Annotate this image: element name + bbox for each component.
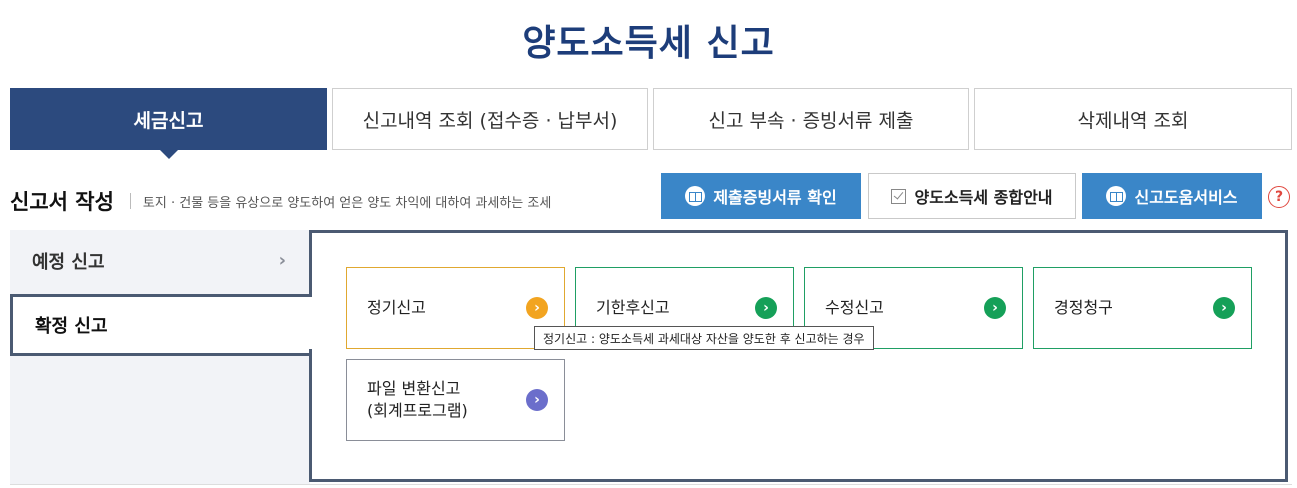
correction-claim-card[interactable]: 경정청구 › bbox=[1033, 267, 1252, 349]
side-item-label: 확정 신고 bbox=[35, 316, 108, 337]
chevron-right-icon: › bbox=[278, 250, 286, 271]
regular-filing-tooltip: 정기신고 : 양도소득세 과세대상 자산을 양도한 후 신고하는 경우 bbox=[534, 326, 874, 350]
question-icon[interactable]: ? bbox=[1268, 186, 1290, 208]
tax-guide-label: 양도소득세 종합안내 bbox=[914, 188, 1053, 207]
card-label: 정기신고 bbox=[367, 298, 426, 317]
tab-deleted-history[interactable]: 삭제내역 조회 bbox=[974, 88, 1292, 150]
side-item-final[interactable]: 확정 신고 bbox=[10, 294, 310, 356]
tab-attachments[interactable]: 신고 부속 · 증빙서류 제출 bbox=[653, 88, 969, 150]
bottom-divider bbox=[10, 484, 1292, 485]
book-icon bbox=[1106, 186, 1127, 206]
tab-connector bbox=[307, 297, 313, 349]
file-conversion-card[interactable]: 파일 변환신고 (회계프로그램) › bbox=[346, 359, 565, 441]
side-item-label: 예정 신고 bbox=[32, 252, 105, 273]
card-label: 수정신고 bbox=[825, 298, 884, 317]
evidence-check-button[interactable]: 제출증빙서류 확인 bbox=[661, 173, 861, 219]
regular-filing-card[interactable]: 정기신고 › bbox=[346, 267, 565, 349]
arrow-circle-right-icon: › bbox=[526, 389, 548, 411]
section-divider bbox=[129, 193, 131, 209]
card-label: 기한후신고 bbox=[596, 298, 670, 317]
tax-guide-button[interactable]: 양도소득세 종합안내 bbox=[868, 173, 1076, 219]
arrow-circle-right-icon: › bbox=[755, 297, 777, 319]
section-header: 신고서 작성 토지 · 건물 등을 유상으로 양도하여 얻은 양도 차익에 대하… bbox=[10, 186, 551, 216]
card-label: 파일 변환신고 (회계프로그램) bbox=[367, 378, 468, 422]
help-service-label: 신고도움서비스 bbox=[1134, 188, 1238, 207]
evidence-check-label: 제출증빙서류 확인 bbox=[713, 188, 837, 207]
tab-filing-history[interactable]: 신고내역 조회 (접수증 · 납부서) bbox=[332, 88, 648, 150]
arrow-circle-right-icon: › bbox=[526, 297, 548, 319]
card-label: 경정청구 bbox=[1054, 298, 1113, 317]
side-item-preliminary[interactable]: 예정 신고 › bbox=[10, 230, 310, 292]
side-menu: 예정 신고 › 확정 신고 bbox=[10, 230, 310, 484]
card-label-line1: 파일 변환신고 bbox=[367, 379, 461, 398]
section-title: 신고서 작성 bbox=[10, 190, 114, 214]
card-label-line2: (회계프로그램) bbox=[367, 401, 468, 420]
section-description: 토지 · 건물 등을 유상으로 양도하여 얻은 양도 차익에 대하여 과세하는 … bbox=[142, 195, 552, 211]
arrow-circle-right-icon: › bbox=[1213, 297, 1235, 319]
book-icon bbox=[685, 186, 706, 206]
page-title: 양도소득세 신고 bbox=[522, 23, 775, 64]
main-tabs: 세금신고 신고내역 조회 (접수증 · 납부서) 신고 부속 · 증빙서류 제출… bbox=[10, 88, 1292, 159]
help-service-button[interactable]: 신고도움서비스 bbox=[1082, 173, 1262, 219]
arrow-circle-right-icon: › bbox=[984, 297, 1006, 319]
checkbox-icon bbox=[891, 188, 907, 204]
tab-tax-filing[interactable]: 세금신고 bbox=[10, 88, 327, 159]
